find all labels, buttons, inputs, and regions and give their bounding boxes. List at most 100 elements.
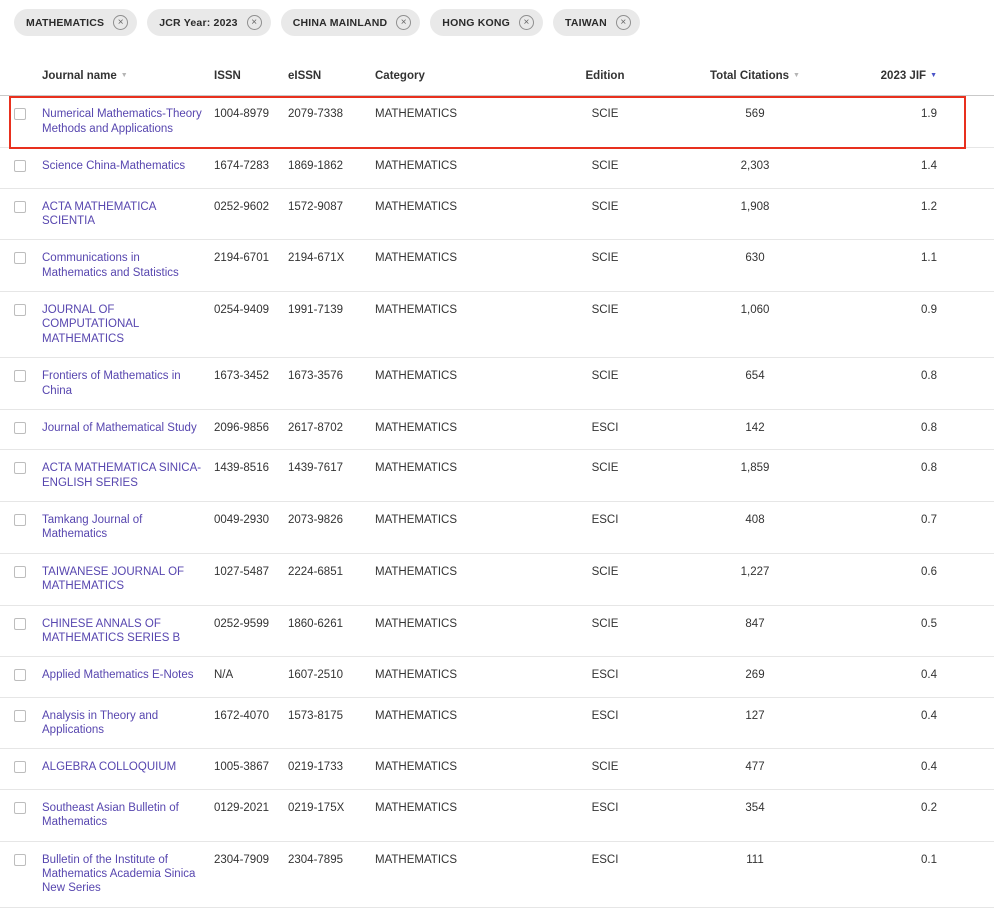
jif-value: 0.1 (835, 853, 994, 867)
jif-value: 0.2 (835, 801, 994, 815)
column-header-label: Total Citations (710, 70, 789, 82)
row-checkbox[interactable] (14, 761, 26, 773)
category-value: MATHEMATICS (375, 107, 535, 121)
jif-value: 0.5 (835, 617, 994, 631)
journal-link[interactable]: ACTA MATHEMATICA SINICA-ENGLISH SERIES (42, 462, 201, 488)
issn-value: 1005-3867 (214, 760, 288, 774)
row-select-cell (14, 853, 42, 870)
row-checkbox[interactable] (14, 370, 26, 382)
sort-icon-jif[interactable]: ▼ (930, 72, 937, 81)
journal-link[interactable]: Southeast Asian Bulletin of Mathematics (42, 802, 179, 828)
eissn-value: 2073-9826 (288, 513, 375, 527)
table-body: Numerical Mathematics-Theory Methods and… (0, 96, 994, 907)
edition-value: ESCI (535, 421, 685, 435)
journal-link[interactable]: Applied Mathematics E-Notes (42, 669, 193, 681)
row-select-cell (14, 760, 42, 777)
filter-chip-label: CHINA MAINLAND (293, 17, 388, 29)
eissn-value: 2617-8702 (288, 421, 375, 435)
row-checkbox[interactable] (14, 422, 26, 434)
jif-value: 0.8 (835, 421, 994, 435)
column-header-citations[interactable]: Total Citations ▼ (685, 69, 835, 83)
edition-value: SCIE (535, 369, 685, 383)
column-header-issn: ISSN (214, 69, 288, 83)
journal-link[interactable]: Analysis in Theory and Applications (42, 710, 158, 736)
row-checkbox[interactable] (14, 669, 26, 681)
citations-value: 1,227 (685, 565, 835, 579)
journal-link[interactable]: Frontiers of Mathematics in China (42, 370, 181, 396)
row-checkbox[interactable] (14, 201, 26, 213)
row-checkbox[interactable] (14, 710, 26, 722)
journal-name-cell: Communications in Mathematics and Statis… (42, 251, 214, 280)
edition-value: SCIE (535, 107, 685, 121)
journal-link[interactable]: Journal of Mathematical Study (42, 422, 197, 434)
journal-link[interactable]: Communications in Mathematics and Statis… (42, 252, 179, 278)
remove-filter-icon[interactable]: × (616, 15, 631, 30)
sort-icon-citations[interactable]: ▼ (793, 72, 800, 81)
row-checkbox[interactable] (14, 514, 26, 526)
row-checkbox[interactable] (14, 304, 26, 316)
jif-value: 0.4 (835, 668, 994, 682)
remove-filter-icon[interactable]: × (396, 15, 411, 30)
filter-chip: JCR Year: 2023× (147, 9, 271, 36)
citations-value: 2,303 (685, 159, 835, 173)
journal-name-cell: Analysis in Theory and Applications (42, 709, 214, 738)
eissn-value: 1860-6261 (288, 617, 375, 631)
journal-link[interactable]: Bulletin of the Institute of Mathematics… (42, 854, 195, 895)
row-checkbox[interactable] (14, 802, 26, 814)
column-header-label: 2023 JIF (881, 70, 926, 82)
jif-value: 0.9 (835, 303, 994, 317)
row-checkbox[interactable] (14, 854, 26, 866)
remove-filter-icon[interactable]: × (247, 15, 262, 30)
row-checkbox[interactable] (14, 252, 26, 264)
journal-name-cell: ACTA MATHEMATICA SINICA-ENGLISH SERIES (42, 461, 214, 490)
journal-link[interactable]: Tamkang Journal of Mathematics (42, 514, 142, 540)
remove-filter-icon[interactable]: × (113, 15, 128, 30)
table-row: Applied Mathematics E-NotesN/A1607-2510M… (0, 657, 994, 697)
column-header-jif[interactable]: 2023 JIF ▼ (835, 69, 994, 83)
issn-value: 0129-2021 (214, 801, 288, 815)
journal-name-cell: ACTA MATHEMATICA SCIENTIA (42, 200, 214, 229)
remove-filter-icon[interactable]: × (519, 15, 534, 30)
journal-name-cell: Frontiers of Mathematics in China (42, 369, 214, 398)
journal-link[interactable]: ALGEBRA COLLOQUIUM (42, 761, 176, 773)
edition-value: ESCI (535, 513, 685, 527)
sort-icon-name[interactable]: ▼ (121, 72, 128, 81)
table-row: Frontiers of Mathematics in China1673-34… (0, 358, 994, 410)
jif-value: 1.9 (835, 107, 994, 121)
jif-value: 0.8 (835, 369, 994, 383)
table-header: Journal name▼ISSNeISSNCategoryEditionTot… (0, 53, 994, 96)
filter-chip: MATHEMATICS× (14, 9, 137, 36)
journal-link[interactable]: ACTA MATHEMATICA SCIENTIA (42, 201, 156, 227)
row-checkbox[interactable] (14, 160, 26, 172)
table-row: ACTA MATHEMATICA SINICA-ENGLISH SERIES14… (0, 450, 994, 502)
row-checkbox[interactable] (14, 566, 26, 578)
journal-link[interactable]: Numerical Mathematics-Theory Methods and… (42, 108, 202, 134)
row-checkbox[interactable] (14, 462, 26, 474)
table-row: Communications in Mathematics and Statis… (0, 240, 994, 292)
category-value: MATHEMATICS (375, 565, 535, 579)
edition-value: SCIE (535, 760, 685, 774)
category-value: MATHEMATICS (375, 251, 535, 265)
jif-value: 0.6 (835, 565, 994, 579)
table-row: TAIWANESE JOURNAL OF MATHEMATICS1027-548… (0, 554, 994, 606)
journal-name-cell: Numerical Mathematics-Theory Methods and… (42, 107, 214, 136)
category-value: MATHEMATICS (375, 760, 535, 774)
eissn-value: 2224-6851 (288, 565, 375, 579)
journal-link[interactable]: TAIWANESE JOURNAL OF MATHEMATICS (42, 566, 184, 592)
issn-value: 1674-7283 (214, 159, 288, 173)
row-checkbox[interactable] (14, 618, 26, 630)
jif-value: 1.2 (835, 200, 994, 214)
column-header-label: Category (375, 70, 425, 82)
category-value: MATHEMATICS (375, 801, 535, 815)
eissn-value: 1572-9087 (288, 200, 375, 214)
edition-value: SCIE (535, 251, 685, 265)
category-value: MATHEMATICS (375, 461, 535, 475)
journal-name-cell: CHINESE ANNALS OF MATHEMATICS SERIES B (42, 617, 214, 646)
column-header-name[interactable]: Journal name▼ (42, 69, 214, 83)
journal-link[interactable]: CHINESE ANNALS OF MATHEMATICS SERIES B (42, 618, 180, 644)
citations-value: 269 (685, 668, 835, 682)
journal-link[interactable]: Science China-Mathematics (42, 160, 185, 172)
journal-link[interactable]: JOURNAL OF COMPUTATIONAL MATHEMATICS (42, 304, 139, 345)
table-row: CHINESE ANNALS OF MATHEMATICS SERIES B02… (0, 606, 994, 658)
row-checkbox[interactable] (14, 108, 26, 120)
